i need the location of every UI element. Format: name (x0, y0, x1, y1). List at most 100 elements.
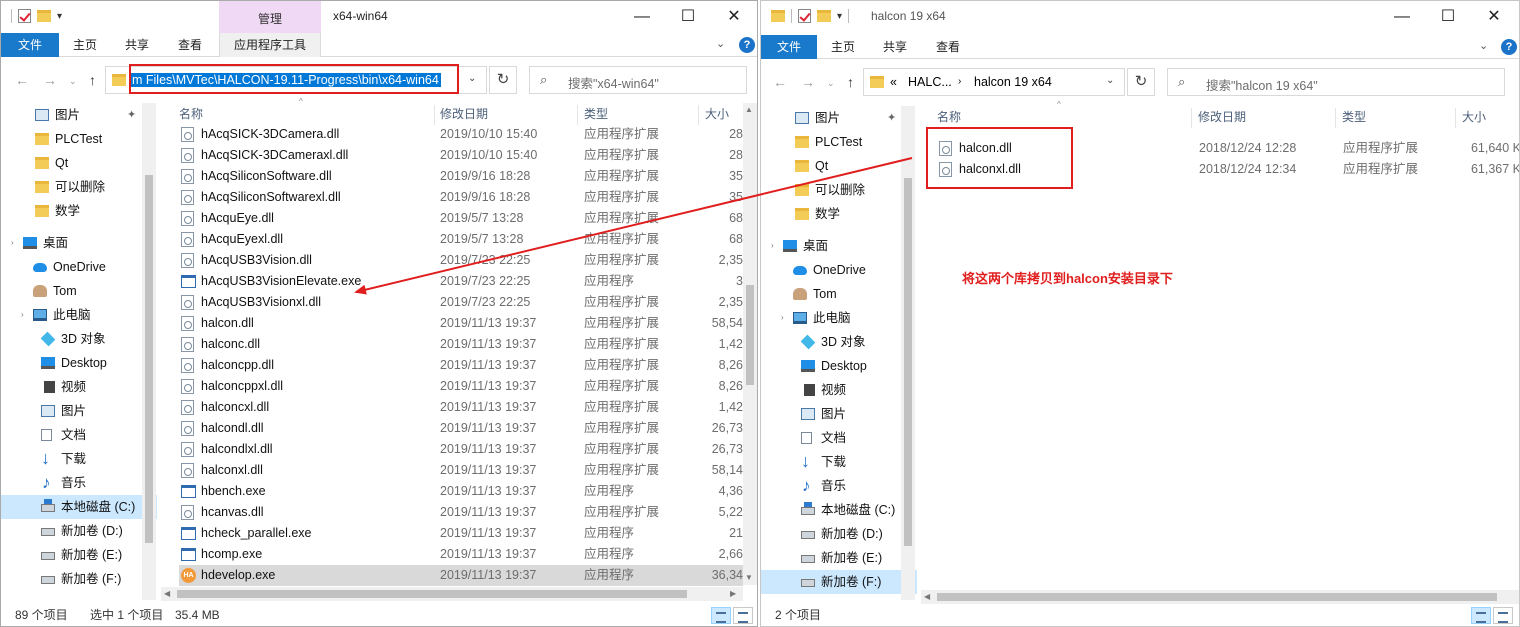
help-icon[interactable]: ? (739, 37, 755, 53)
forward-icon[interactable]: → (43, 72, 57, 88)
recent-locations-icon[interactable]: ⌄ (69, 76, 77, 87)
horizontal-scrollbar[interactable]: ◀ (921, 590, 1519, 604)
sidebar-item[interactable]: 音乐 (1, 471, 157, 495)
expand-ribbon-icon[interactable]: ⌄ (1479, 39, 1488, 52)
customize-toolbar-icon[interactable]: ▾ (837, 11, 842, 22)
breadcrumb-segment[interactable]: HALC... (908, 75, 952, 89)
sidebar-item[interactable]: 数学 (761, 202, 917, 226)
column-header-size[interactable]: 大小 (1462, 106, 1486, 128)
sidebar-item[interactable]: 视频 (761, 378, 917, 402)
scrollbar-thumb[interactable] (937, 593, 1497, 601)
file-row[interactable]: hAcquEyexl.dll 2019/5/7 13:28 应用程序扩展 68 (179, 229, 743, 250)
column-divider[interactable] (1335, 108, 1336, 128)
file-row[interactable]: halcondlxl.dll 2019/11/13 19:37 应用程序扩展 26,7… (179, 439, 743, 460)
file-row[interactable]: hAcqSICK-3DCameraxl.dll 2019/10/10 15:40 应… (179, 145, 743, 166)
new-folder-icon[interactable] (37, 10, 51, 22)
sidebar-item[interactable]: 此电脑 › (761, 306, 917, 330)
sidebar-item[interactable]: Tom (1, 279, 157, 303)
scrollbar-thumb[interactable] (746, 285, 754, 385)
column-header-type[interactable]: 类型 (584, 103, 608, 125)
navigation-pane-scrollbar[interactable] (142, 103, 156, 600)
search-box[interactable]: ⌕ 搜索"x64-win64" (529, 66, 747, 94)
customize-toolbar-icon[interactable]: ▾ (57, 11, 62, 22)
navigation-pane-scrollbar[interactable] (901, 106, 915, 600)
scrollbar-thumb[interactable] (177, 590, 687, 598)
scrollbar-thumb[interactable] (145, 175, 153, 543)
back-icon[interactable]: ← (773, 74, 787, 90)
sidebar-item[interactable]: PLCTest (1, 127, 157, 151)
file-row[interactable]: halcondl.dll 2019/11/13 19:37 应用程序扩展 26,73 (179, 418, 743, 439)
expand-icon[interactable]: › (11, 231, 14, 255)
sidebar-item[interactable]: 3D 对象 (1, 327, 157, 351)
chevron-down-icon[interactable]: ⌄ (468, 73, 476, 84)
scroll-left-icon[interactable]: ◀ (924, 590, 930, 604)
file-row[interactable]: hAcquEye.dll 2019/5/7 13:28 应用程序扩展 68 (179, 208, 743, 229)
refresh-button[interactable]: ↻ (489, 66, 517, 94)
file-row[interactable]: HA hdevelop.exe 2019/11/13 19:37 应用程序 36,34 (179, 565, 743, 586)
back-icon[interactable]: ← (15, 72, 29, 88)
sidebar-item[interactable]: 可以删除 (1, 175, 157, 199)
sidebar-item[interactable]: 下载 (1, 446, 157, 471)
sidebar-item[interactable]: 此电脑 › (1, 303, 157, 327)
file-row[interactable]: halcon.dll 2019/11/13 19:37 应用程序扩展 58,54 (179, 313, 743, 334)
sidebar-item[interactable]: 桌面 › (1, 231, 157, 255)
column-divider[interactable] (577, 105, 578, 125)
sidebar-item[interactable]: 图片 (1, 399, 157, 423)
sidebar-item[interactable]: 图片 (761, 402, 917, 426)
maximize-button[interactable]: ☐ (1425, 1, 1471, 33)
address-overflow[interactable]: « (890, 75, 897, 89)
sidebar-item[interactable]: 新加卷 (F:) (1, 567, 157, 591)
close-button[interactable]: ✕ (711, 1, 757, 33)
column-header-name[interactable]: 名称 (937, 106, 961, 128)
scrollbar-thumb[interactable] (904, 178, 912, 546)
sidebar-item[interactable]: 图片 ✦ (761, 106, 917, 130)
properties-icon[interactable] (18, 9, 31, 23)
details-view-button[interactable] (1471, 607, 1491, 624)
up-icon[interactable]: ↑ (847, 74, 854, 90)
column-header-date[interactable]: 修改日期 (1198, 106, 1246, 128)
sidebar-item[interactable]: 音乐 (761, 474, 917, 498)
file-row[interactable]: hbench.exe 2019/11/13 19:37 应用程序 4,36 (179, 481, 743, 502)
file-row[interactable]: hAcqSICK-3DCamera.dll 2019/10/10 15:40 应用程… (179, 124, 743, 145)
scroll-down-icon[interactable]: ▼ (745, 573, 753, 582)
sidebar-item[interactable]: 本地磁盘 (C:) (761, 498, 917, 522)
sidebar-item[interactable]: 本地磁盘 (C:) (1, 495, 157, 519)
sidebar-item[interactable]: 新加卷 (E:) (761, 546, 917, 570)
close-button[interactable]: ✕ (1471, 1, 1517, 33)
address-bar[interactable]: « HALC... › halcon 19 x64 ⌄ (863, 68, 1125, 96)
column-header-date[interactable]: 修改日期 (440, 103, 488, 125)
sidebar-item[interactable]: 数学 (1, 199, 157, 223)
file-row[interactable]: halconc.dll 2019/11/13 19:37 应用程序扩展 1,42 (179, 334, 743, 355)
sidebar-item[interactable]: 库 (1, 595, 157, 600)
sidebar-item[interactable]: Qt (1, 151, 157, 175)
file-row[interactable]: hcheck_parallel.exe 2019/11/13 19:37 应用程序 2… (179, 523, 743, 544)
details-view-button[interactable] (711, 607, 731, 624)
tab-home[interactable]: 主页 (59, 33, 111, 57)
sidebar-item[interactable]: OneDrive (761, 258, 917, 282)
file-row[interactable]: halconcxl.dll 2019/11/13 19:37 应用程序扩展 1,42 (179, 397, 743, 418)
scroll-up-icon[interactable]: ▲ (745, 105, 753, 114)
sidebar-item[interactable]: 下载 (761, 449, 917, 474)
sidebar-item[interactable]: 可以删除 (761, 178, 917, 202)
refresh-button[interactable]: ↻ (1127, 68, 1155, 96)
sidebar-item[interactable]: 新加卷 (D:) (1, 519, 157, 543)
file-list-scrollbar[interactable]: ▲ ▼ (743, 103, 757, 585)
tab-share[interactable]: 共享 (111, 33, 163, 57)
sidebar-item[interactable]: 桌面 › (761, 234, 917, 258)
tab-share[interactable]: 共享 (869, 35, 921, 59)
file-row[interactable]: hAcqSiliconSoftware.dll 2019/9/16 18:28 应用… (179, 166, 743, 187)
sidebar-item[interactable]: Tom (761, 282, 917, 306)
file-row[interactable]: hcomp.exe 2019/11/13 19:37 应用程序 2,66 (179, 544, 743, 565)
sidebar-item[interactable]: 视频 (1, 375, 157, 399)
minimize-button[interactable]: — (619, 1, 665, 33)
sidebar-item[interactable]: OneDrive (1, 255, 157, 279)
column-header-type[interactable]: 类型 (1342, 106, 1366, 128)
column-header-name[interactable]: 名称 (179, 103, 203, 125)
tab-file[interactable]: 文件 (761, 35, 817, 59)
column-divider[interactable] (434, 105, 435, 125)
sidebar-item[interactable]: Desktop (1, 351, 157, 375)
chevron-down-icon[interactable]: ⌄ (1106, 75, 1114, 86)
maximize-button[interactable]: ☐ (665, 1, 711, 33)
help-icon[interactable]: ? (1501, 39, 1517, 55)
minimize-button[interactable]: — (1379, 1, 1425, 33)
